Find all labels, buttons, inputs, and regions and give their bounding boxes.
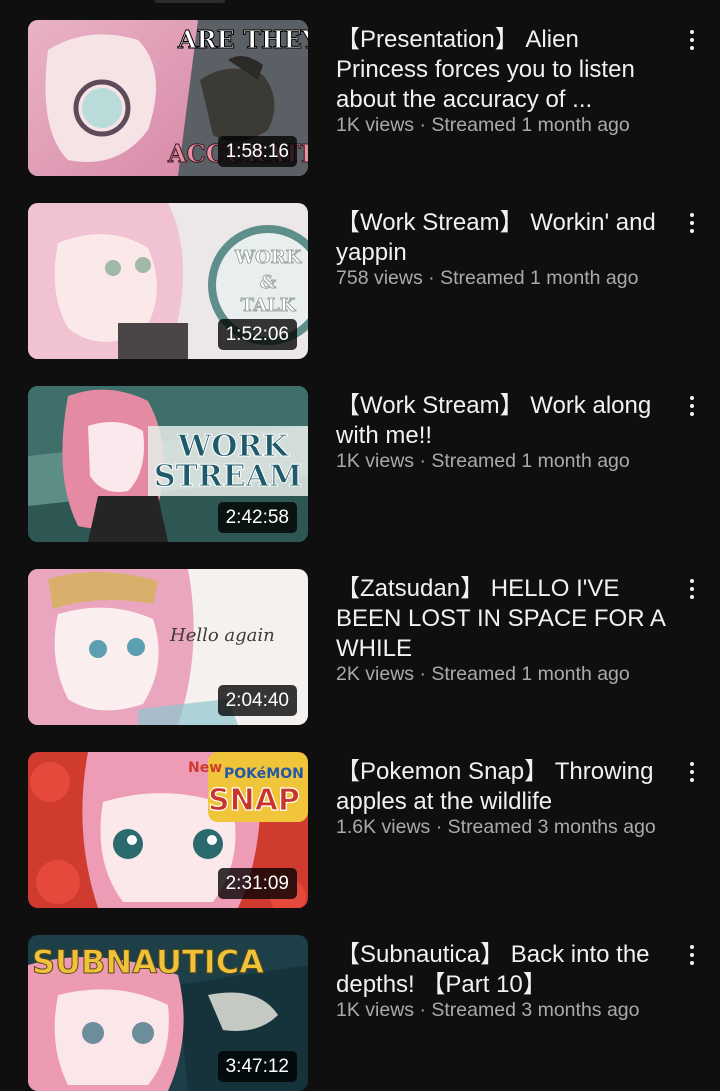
video-views: 1K views — [336, 450, 415, 472]
video-stats: 1K views · Streamed 1 month ago — [336, 449, 676, 473]
stats-separator: · — [414, 999, 432, 1021]
video-thumbnail[interactable]: Hello again 2:04:40 — [28, 569, 308, 725]
video-stats: 758 views · Streamed 1 month ago — [336, 266, 676, 290]
more-actions-icon[interactable] — [680, 392, 704, 420]
video-duration: 2:04:40 — [217, 685, 297, 716]
video-title[interactable]: 【Presentation】 Alien Princess forces you… — [336, 25, 676, 115]
video-age: Streamed 1 month ago — [431, 450, 630, 472]
video-meta[interactable]: 【Presentation】 Alien Princess forces you… — [336, 25, 676, 137]
video-duration: 2:31:09 — [217, 868, 297, 899]
video-item[interactable]: Hello again 2:04:40 【Zatsudan】 HELLO I'V… — [0, 569, 720, 729]
video-duration: 3:47:12 — [217, 1051, 297, 1082]
video-title[interactable]: 【Subnautica】 Back into the depths! 【Part… — [336, 940, 676, 1000]
stats-separator: · — [414, 114, 432, 136]
video-views: 1K views — [336, 114, 415, 136]
stats-separator: · — [430, 816, 448, 838]
video-feed: ARE THEY ACCURATE 1:58:16 【Presentation】… — [0, 0, 720, 1091]
video-views: 2K views — [336, 663, 415, 685]
thumb-title-text: SNAP — [208, 783, 300, 818]
video-duration: 2:42:58 — [217, 502, 297, 533]
thumb-title-text: STREAM — [154, 459, 302, 494]
video-title[interactable]: 【Zatsudan】 HELLO I'VE BEEN LOST IN SPACE… — [336, 574, 676, 664]
video-age: Streamed 1 month ago — [431, 663, 630, 685]
video-duration: 1:58:16 — [217, 136, 297, 167]
more-actions-icon[interactable] — [680, 758, 704, 786]
video-age: Streamed 1 month ago — [440, 267, 639, 289]
thumb-title-text: POKéMON — [224, 766, 304, 782]
video-views: 758 views — [336, 267, 423, 289]
video-thumbnail[interactable]: WORK STREAM 2:42:58 — [28, 386, 308, 542]
thumb-title-text: & — [260, 272, 276, 293]
thumb-title-text: Hello again — [169, 625, 275, 646]
video-age: Streamed 3 months ago — [431, 999, 640, 1021]
video-views: 1.6K views — [336, 816, 431, 838]
more-actions-icon[interactable] — [680, 941, 704, 969]
video-item[interactable]: WORK STREAM 2:42:58 【Work Stream】 Work a… — [0, 386, 720, 546]
stats-separator: · — [422, 267, 441, 289]
scroll-peek — [155, 0, 225, 3]
video-item[interactable]: New POKéMON SNAP 2:31:09 【Pokemon Snap】 … — [0, 752, 720, 912]
video-title[interactable]: 【Pokemon Snap】 Throwing apples at the wi… — [336, 757, 676, 817]
video-meta[interactable]: 【Zatsudan】 HELLO I'VE BEEN LOST IN SPACE… — [336, 574, 676, 686]
video-age: Streamed 1 month ago — [431, 114, 630, 136]
video-stats: 1K views · Streamed 3 months ago — [336, 998, 676, 1022]
video-thumbnail[interactable]: New POKéMON SNAP 2:31:09 — [28, 752, 308, 908]
video-duration: 1:52:06 — [217, 319, 297, 350]
thumb-title-text: SUBNAUTICA — [32, 943, 264, 981]
stats-separator: · — [414, 450, 432, 472]
video-item[interactable]: WORK & TALK 1:52:06 【Work Stream】 Workin… — [0, 203, 720, 363]
video-thumbnail[interactable]: WORK & TALK 1:52:06 — [28, 203, 308, 359]
video-thumbnail[interactable]: ARE THEY ACCURATE 1:58:16 — [28, 20, 308, 176]
video-meta[interactable]: 【Pokemon Snap】 Throwing apples at the wi… — [336, 757, 676, 839]
video-stats: 1.6K views · Streamed 3 months ago — [336, 815, 676, 839]
video-meta[interactable]: 【Work Stream】 Workin' and yappin 758 vie… — [336, 208, 676, 290]
thumb-title-text: ARE THEY — [177, 25, 308, 54]
video-stats: 2K views · Streamed 1 month ago — [336, 662, 676, 686]
thumb-title-text: New — [188, 760, 222, 776]
thumb-title-text: TALK — [241, 295, 297, 316]
more-actions-icon[interactable] — [680, 26, 704, 54]
video-title[interactable]: 【Work Stream】 Workin' and yappin — [336, 208, 676, 268]
video-meta[interactable]: 【Subnautica】 Back into the depths! 【Part… — [336, 940, 676, 1022]
stats-separator: · — [414, 663, 432, 685]
video-item[interactable]: ARE THEY ACCURATE 1:58:16 【Presentation】… — [0, 20, 720, 180]
video-views: 1K views — [336, 999, 415, 1021]
video-stats: 1K views · Streamed 1 month ago — [336, 113, 676, 137]
video-meta[interactable]: 【Work Stream】 Work along with me!! 1K vi… — [336, 391, 676, 473]
video-item[interactable]: SUBNAUTICA 3:47:12 【Subnautica】 Back int… — [0, 935, 720, 1091]
video-title[interactable]: 【Work Stream】 Work along with me!! — [336, 391, 676, 451]
video-age: Streamed 3 months ago — [447, 816, 656, 838]
more-actions-icon[interactable] — [680, 209, 704, 237]
video-thumbnail[interactable]: SUBNAUTICA 3:47:12 — [28, 935, 308, 1091]
thumb-title-text: WORK — [234, 247, 303, 268]
more-actions-icon[interactable] — [680, 575, 704, 603]
